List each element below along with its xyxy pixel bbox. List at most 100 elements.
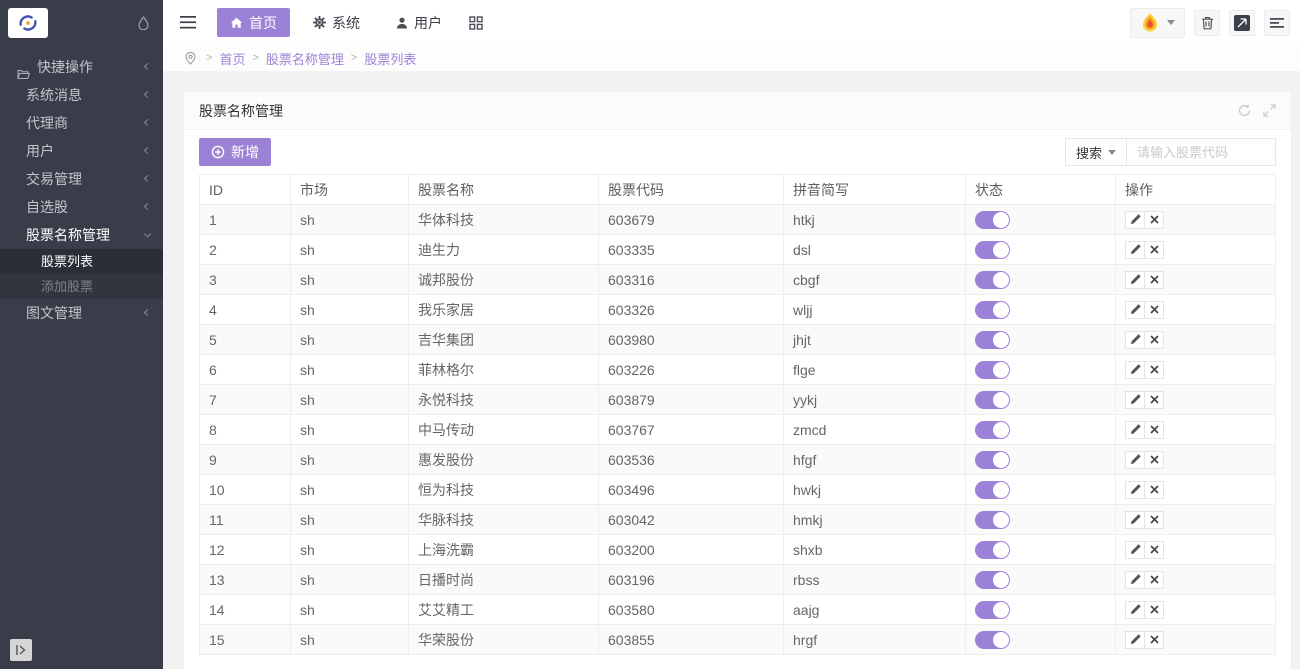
breadcrumb-item-home[interactable]: 首页 <box>219 49 245 68</box>
menu-item-label: 用户 <box>26 143 54 159</box>
status-toggle[interactable] <box>975 571 1010 589</box>
status-toggle[interactable] <box>975 631 1010 649</box>
pencil-icon <box>1130 364 1141 375</box>
cell-pinyin: htkj <box>784 205 966 235</box>
table-row: 7 sh 永悦科技 603879 yykj <box>200 385 1276 415</box>
sidebar-submenu-item[interactable]: 股票列表 <box>0 249 163 274</box>
cell-market: sh <box>291 385 409 415</box>
sidebar-menu-item[interactable]: 股票名称管理 <box>0 221 163 249</box>
cell-pinyin: hrgf <box>784 625 966 655</box>
sidebar-menu-item[interactable]: 交易管理 <box>0 165 163 193</box>
edit-button[interactable] <box>1125 211 1145 229</box>
cell-stock-code: 603496 <box>599 475 784 505</box>
status-toggle[interactable] <box>975 391 1010 409</box>
table-row: 9 sh 惠发股份 603536 hfgf <box>200 445 1276 475</box>
chevron-icon <box>144 119 151 126</box>
tab-system[interactable]: 系统 <box>300 8 373 37</box>
user-avatar-dropdown[interactable] <box>1130 8 1185 38</box>
x-icon <box>1150 215 1159 224</box>
delete-button[interactable] <box>1144 511 1164 529</box>
cell-market: sh <box>291 235 409 265</box>
delete-button[interactable] <box>1144 481 1164 499</box>
edit-button[interactable] <box>1125 601 1145 619</box>
status-toggle[interactable] <box>975 541 1010 559</box>
delete-button[interactable] <box>1144 301 1164 319</box>
edit-button[interactable] <box>1125 481 1145 499</box>
cell-status <box>966 505 1116 535</box>
clear-cache-button[interactable] <box>1194 10 1220 36</box>
fullscreen-icon[interactable] <box>1263 104 1276 117</box>
status-toggle[interactable] <box>975 271 1010 289</box>
delete-button[interactable] <box>1144 541 1164 559</box>
sidebar-menu-item[interactable]: 代理商 <box>0 109 163 137</box>
tab-user[interactable]: 用户 <box>383 8 455 37</box>
hamburger-menu-icon[interactable] <box>177 12 199 34</box>
tab-home[interactable]: 首页 <box>217 8 290 37</box>
breadcrumb-separator: > <box>351 52 357 64</box>
sidebar-menu-item[interactable]: 用户 <box>0 137 163 165</box>
status-toggle[interactable] <box>975 421 1010 439</box>
delete-button[interactable] <box>1144 571 1164 589</box>
cell-pinyin: hwkj <box>784 475 966 505</box>
delete-button[interactable] <box>1144 601 1164 619</box>
edit-button[interactable] <box>1125 571 1145 589</box>
edit-button[interactable] <box>1125 391 1145 409</box>
action-button-group <box>1125 571 1164 589</box>
edit-button[interactable] <box>1125 271 1145 289</box>
cell-actions <box>1116 595 1276 625</box>
edit-button[interactable] <box>1125 541 1145 559</box>
add-button[interactable]: 新增 <box>199 138 271 166</box>
app-logo[interactable] <box>8 8 48 38</box>
sidebar-submenu-item[interactable]: 添加股票 <box>0 274 163 299</box>
sidebar-menu-item[interactable]: 图文管理 <box>0 299 163 327</box>
delete-button[interactable] <box>1144 391 1164 409</box>
menu-item-label: 系统消息 <box>26 87 82 103</box>
caret-down-icon <box>1108 150 1116 155</box>
open-external-button[interactable] <box>1229 10 1255 36</box>
delete-button[interactable] <box>1144 241 1164 259</box>
edit-button[interactable] <box>1125 421 1145 439</box>
search-input[interactable] <box>1126 138 1276 166</box>
edit-button[interactable] <box>1125 331 1145 349</box>
cell-pinyin: yykj <box>784 385 966 415</box>
edit-button[interactable] <box>1125 451 1145 469</box>
sidebar-menu-item[interactable]: 快捷操作 <box>0 53 163 81</box>
cell-actions <box>1116 505 1276 535</box>
status-toggle[interactable] <box>975 481 1010 499</box>
status-toggle[interactable] <box>975 361 1010 379</box>
status-toggle[interactable] <box>975 331 1010 349</box>
status-toggle[interactable] <box>975 241 1010 259</box>
delete-button[interactable] <box>1144 361 1164 379</box>
delete-button[interactable] <box>1144 211 1164 229</box>
delete-button[interactable] <box>1144 631 1164 649</box>
cell-id: 6 <box>200 355 291 385</box>
more-menu-button[interactable] <box>1264 10 1290 36</box>
edit-button[interactable] <box>1125 631 1145 649</box>
action-button-group <box>1125 271 1164 289</box>
delete-button[interactable] <box>1144 271 1164 289</box>
status-toggle[interactable] <box>975 601 1010 619</box>
cell-id: 10 <box>200 475 291 505</box>
delete-button[interactable] <box>1144 451 1164 469</box>
delete-button[interactable] <box>1144 421 1164 439</box>
tab-manager-button[interactable] <box>463 10 489 36</box>
edit-button[interactable] <box>1125 241 1145 259</box>
edit-button[interactable] <box>1125 301 1145 319</box>
sidebar: 快捷操作 系统消息 代理商 用户 交易管理 自选股 股票名称管理 股票列表 添加… <box>0 0 163 669</box>
cell-stock-name: 我乐家居 <box>409 295 599 325</box>
edit-button[interactable] <box>1125 511 1145 529</box>
delete-button[interactable] <box>1144 331 1164 349</box>
x-icon <box>1150 275 1159 284</box>
sidebar-menu-item[interactable]: 自选股 <box>0 193 163 221</box>
edit-button[interactable] <box>1125 361 1145 379</box>
breadcrumb-item-stock-list[interactable]: 股票列表 <box>364 49 416 68</box>
status-toggle[interactable] <box>975 451 1010 469</box>
sidebar-collapse-button[interactable] <box>10 639 32 661</box>
refresh-icon[interactable] <box>1238 104 1251 117</box>
breadcrumb-item-stock-manage[interactable]: 股票名称管理 <box>266 49 344 68</box>
status-toggle[interactable] <box>975 301 1010 319</box>
status-toggle[interactable] <box>975 211 1010 229</box>
status-toggle[interactable] <box>975 511 1010 529</box>
sidebar-menu-item[interactable]: 系统消息 <box>0 81 163 109</box>
search-type-dropdown[interactable]: 搜索 <box>1065 138 1127 166</box>
